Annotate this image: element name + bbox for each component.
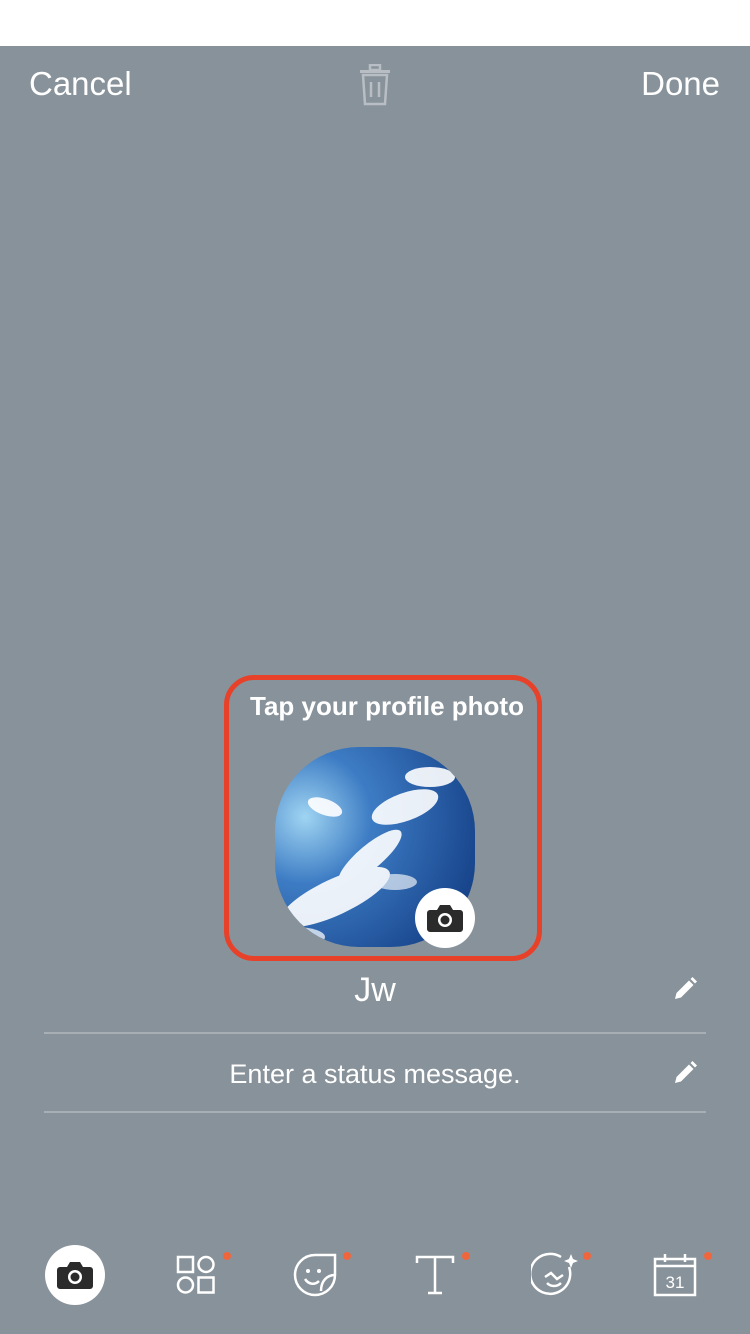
bottom-toolbar: 31 — [0, 1240, 750, 1310]
top-bar: Cancel Done — [0, 46, 750, 126]
cancel-button[interactable]: Cancel — [29, 66, 132, 102]
edit-status-pencil-icon[interactable] — [672, 1060, 698, 1086]
divider — [44, 1111, 706, 1113]
trash-icon[interactable] — [357, 63, 393, 106]
toolbar-effect-button[interactable] — [520, 1240, 591, 1310]
status-message-field[interactable]: Enter a status message. — [44, 1058, 706, 1090]
toolbar-shapes-button[interactable] — [161, 1240, 231, 1310]
edit-name-pencil-icon[interactable] — [672, 976, 698, 1002]
toolbar-calendar-button[interactable]: 31 — [640, 1240, 712, 1310]
camera-icon — [427, 905, 463, 932]
toolbar-text-button[interactable] — [400, 1240, 470, 1310]
new-dot — [223, 1252, 231, 1260]
camera-badge-button[interactable] — [415, 888, 475, 948]
calendar-icon: 31 — [653, 1254, 697, 1297]
sticker-icon — [293, 1253, 337, 1297]
tap-profile-hint: Tap your profile photo — [250, 691, 524, 721]
done-button[interactable]: Done — [641, 66, 720, 102]
toolbar-sticker-button[interactable] — [280, 1240, 351, 1310]
camera-icon — [57, 1262, 93, 1289]
new-dot — [462, 1252, 470, 1260]
effect-icon — [531, 1252, 578, 1296]
status-bar — [0, 0, 750, 46]
name-row[interactable]: Jw — [44, 962, 706, 1032]
new-dot — [583, 1252, 591, 1260]
status-message-row[interactable]: Enter a status message. — [44, 1034, 706, 1112]
toolbar-camera-button[interactable] — [45, 1245, 105, 1305]
calendar-day: 31 — [666, 1273, 685, 1292]
new-dot — [704, 1252, 712, 1260]
shapes-icon — [176, 1255, 215, 1294]
profile-name: Jw — [354, 971, 396, 1009]
text-icon — [415, 1255, 455, 1295]
new-dot — [343, 1252, 351, 1260]
